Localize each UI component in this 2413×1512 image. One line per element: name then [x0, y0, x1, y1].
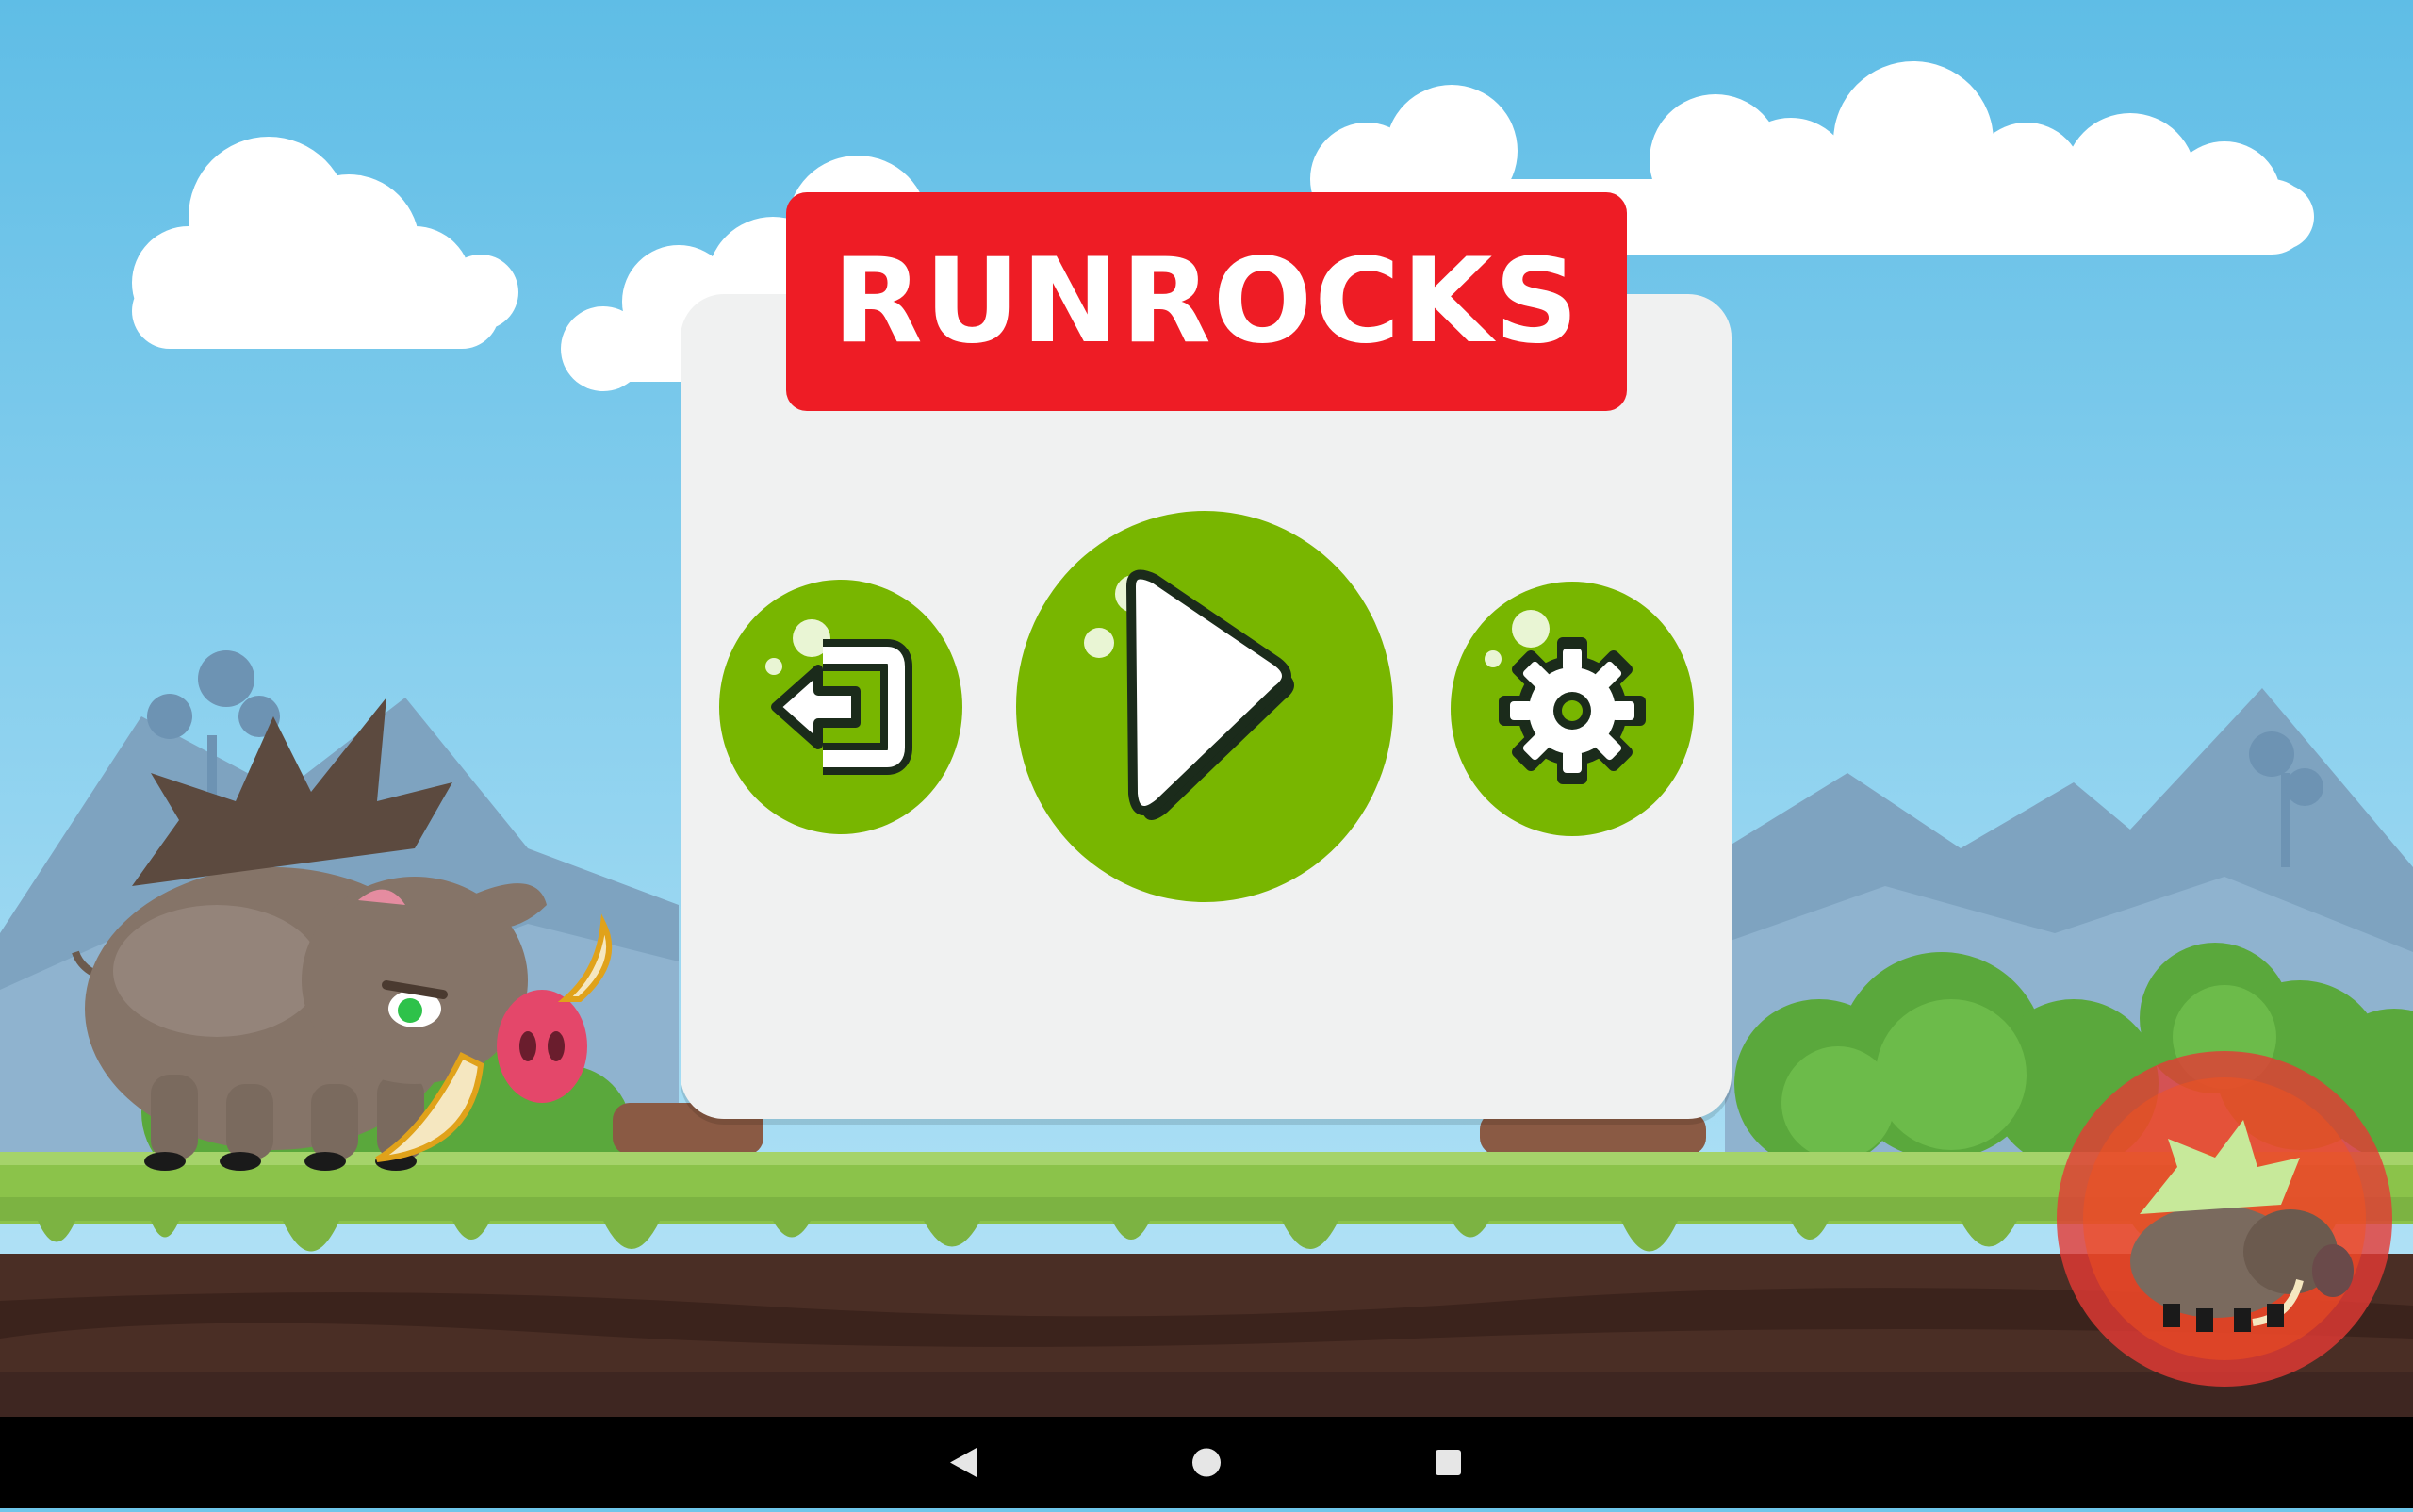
boar-badge-icon: [2057, 1051, 2392, 1387]
play-button[interactable]: [1016, 511, 1393, 902]
exit-button[interactable]: [719, 580, 962, 834]
recents-square-icon: [1436, 1450, 1461, 1475]
play-icon: [1084, 569, 1294, 820]
nav-back-button[interactable]: [907, 1417, 1020, 1508]
game-title: RUNROCKS: [832, 234, 1581, 370]
nav-home-button[interactable]: [1150, 1417, 1263, 1508]
settings-button[interactable]: [1451, 582, 1694, 836]
system-navigation-bar: [0, 1417, 2413, 1508]
boar-character: [72, 698, 613, 1171]
home-circle-icon: [1192, 1448, 1221, 1477]
nav-recents-button[interactable]: [1391, 1417, 1504, 1508]
title-banner: RUNROCKS: [786, 192, 1627, 411]
game-screen: RUNROCKS: [0, 0, 2413, 1417]
gear-icon: [1485, 610, 1646, 784]
back-triangle-icon: [950, 1448, 977, 1477]
exit-arrow-icon: [765, 619, 912, 775]
